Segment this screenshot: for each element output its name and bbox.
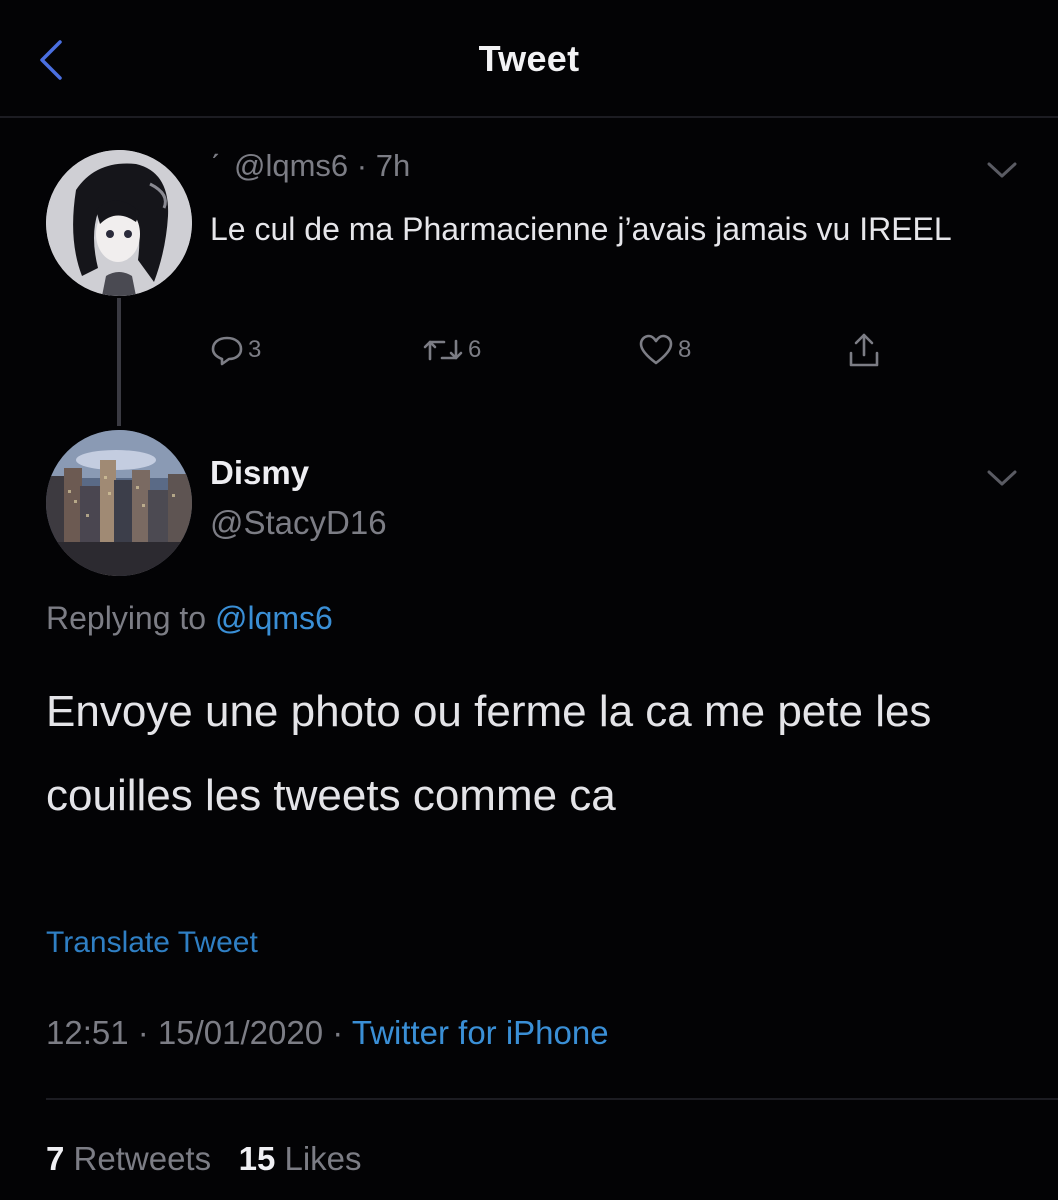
- share-icon: [849, 333, 879, 367]
- retweet-count: 6: [468, 336, 482, 363]
- like-count: 8: [678, 336, 692, 363]
- tweet-timestamp: 12:51 · 15/01/2020 ·: [46, 1014, 352, 1051]
- likes-stat[interactable]: 15 Likes: [239, 1140, 362, 1177]
- anime-character-avatar-image: [46, 150, 192, 296]
- chevron-down-icon: [987, 162, 1017, 178]
- share-button[interactable]: [846, 328, 882, 372]
- reply-count: 3: [248, 336, 262, 363]
- retweets-stat[interactable]: 7 Retweets: [46, 1140, 211, 1177]
- heart-icon: [639, 334, 673, 365]
- top-bar: Tweet: [0, 0, 1058, 118]
- retweets-label: Retweets: [64, 1140, 212, 1177]
- stats-divider: [46, 1098, 1058, 1100]
- comment-icon: [211, 336, 243, 366]
- page-title: Tweet: [478, 38, 580, 79]
- retweet-icon: [423, 339, 463, 361]
- city-skyline-avatar-image: [46, 430, 192, 576]
- parent-author-avatar[interactable]: [46, 150, 192, 296]
- reply-button[interactable]: 3: [210, 328, 261, 372]
- parent-tweet-text: Le cul de ma Pharmacienne j’avais jamais…: [210, 211, 952, 247]
- like-button[interactable]: 8: [638, 328, 691, 372]
- author-display-name[interactable]: Dismy: [210, 454, 309, 492]
- likes-label: Likes: [275, 1140, 362, 1177]
- tweet-stats: 7 Retweets 15 Likes: [46, 1140, 362, 1178]
- likes-count: 15: [238, 1140, 276, 1177]
- parent-handle-time: @lqms6 · 7h: [234, 148, 411, 183]
- retweet-button[interactable]: 6: [422, 328, 481, 372]
- thread-connector-line: [117, 298, 121, 426]
- author-avatar[interactable]: [46, 430, 192, 576]
- parent-tweet-menu-button[interactable]: [985, 160, 1019, 180]
- parent-tweet-meta: ˊ @lqms6 · 7h: [210, 148, 411, 183]
- tweet-menu-button[interactable]: [985, 468, 1019, 488]
- translate-tweet-link[interactable]: Translate Tweet: [46, 926, 258, 960]
- replying-to-line: Replying to @lqms6: [46, 600, 333, 637]
- header-divider: [0, 116, 1058, 118]
- parent-tweet-actions: 3 6 8: [210, 328, 910, 372]
- tweet-timestamp-row: 12:51 · 15/01/2020 · Twitter for iPhone: [46, 1014, 609, 1052]
- author-handle[interactable]: @StacyD16: [210, 504, 387, 542]
- replying-mention-link[interactable]: @lqms6: [215, 600, 333, 636]
- replying-prefix: Replying to: [46, 600, 215, 636]
- tweet-detail-screen: Tweet ˊ @lqms6 · 7h Le cul de ma Pharmaci…: [0, 0, 1058, 1200]
- retweets-count: 7: [46, 1140, 65, 1177]
- tweet-source-link[interactable]: Twitter for iPhone: [352, 1014, 609, 1051]
- chevron-down-icon: [987, 470, 1017, 486]
- tweet-text: Envoye une photo ou ferme la ca me pete …: [46, 687, 932, 820]
